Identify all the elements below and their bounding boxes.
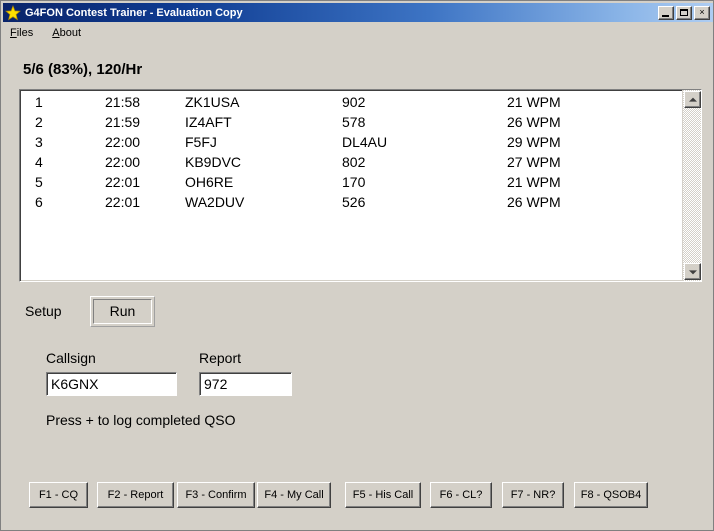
f2-report-button[interactable]: F2 - Report [97, 482, 174, 508]
f4-my-call-button[interactable]: F4 - My Call [257, 482, 331, 508]
table-row[interactable]: 4 22:00 KB9DVC 802 27 WPM [20, 152, 682, 172]
row-index: 2 [35, 112, 43, 132]
row-time: 22:00 [105, 152, 140, 172]
menu-about-mnemonic: A [52, 27, 59, 39]
row-speed: 21 WPM [507, 172, 561, 192]
callsign-input[interactable] [46, 372, 177, 396]
qso-log-listbox[interactable]: 1 21:58 ZK1USA 902 21 WPM 2 21:59 IZ4AFT… [19, 89, 702, 282]
function-key-bar: F1 - CQ F2 - Report F3 - Confirm F4 - My… [1, 482, 714, 510]
menu-about-rest: bout [60, 27, 81, 39]
callsign-label: Callsign [46, 350, 96, 366]
menu-files-mnemonic: F [10, 27, 17, 39]
row-time: 21:58 [105, 92, 140, 112]
hint-text: Press + to log completed QSO [46, 412, 235, 428]
tab-run-frame: Run [90, 296, 156, 327]
table-row[interactable]: 1 21:58 ZK1USA 902 21 WPM [20, 92, 682, 112]
table-row[interactable]: 2 21:59 IZ4AFT 578 26 WPM [20, 112, 682, 132]
triangle-down-icon [689, 270, 697, 274]
scroll-up-button[interactable] [684, 91, 701, 108]
row-report: 170 [342, 172, 365, 192]
scroll-down-button[interactable] [684, 263, 701, 280]
row-time: 22:01 [105, 172, 140, 192]
menu-bar: Files About [3, 24, 714, 41]
close-button[interactable]: × [694, 6, 710, 20]
f1-cq-button[interactable]: F1 - CQ [29, 482, 88, 508]
report-label: Report [199, 350, 241, 366]
row-callsign: WA2DUV [185, 192, 244, 212]
maximize-button[interactable] [676, 6, 692, 20]
row-callsign: OH6RE [185, 172, 233, 192]
f5-his-call-button[interactable]: F5 - His Call [345, 482, 421, 508]
report-input[interactable] [199, 372, 292, 396]
stats-line: 5/6 (83%), 120/Hr [23, 61, 142, 78]
window-title: G4FON Contest Trainer - Evaluation Copy [25, 7, 658, 19]
window-controls: × [658, 6, 710, 20]
row-speed: 29 WPM [507, 132, 561, 152]
row-report: DL4AU [342, 132, 387, 152]
row-report: 902 [342, 92, 365, 112]
f7-nr-button[interactable]: F7 - NR? [502, 482, 564, 508]
minimize-button[interactable] [658, 6, 674, 20]
minimize-icon [662, 15, 669, 17]
table-row[interactable]: 5 22:01 OH6RE 170 21 WPM [20, 172, 682, 192]
row-callsign: ZK1USA [185, 92, 239, 112]
row-speed: 26 WPM [507, 192, 561, 212]
row-speed: 27 WPM [507, 152, 561, 172]
row-callsign: IZ4AFT [185, 112, 232, 132]
tab-setup[interactable]: Setup [23, 299, 72, 323]
row-callsign: KB9DVC [185, 152, 241, 172]
table-row[interactable]: 3 22:00 F5FJ DL4AU 29 WPM [20, 132, 682, 152]
title-bar[interactable]: G4FON Contest Trainer - Evaluation Copy … [3, 3, 713, 22]
row-speed: 26 WPM [507, 112, 561, 132]
row-time: 21:59 [105, 112, 140, 132]
row-index: 1 [35, 92, 43, 112]
menu-files-rest: iles [17, 27, 34, 39]
triangle-up-icon [689, 97, 697, 101]
tab-bar: Setup Run [23, 297, 155, 325]
row-time: 22:00 [105, 132, 140, 152]
f6-cl-button[interactable]: F6 - CL? [430, 482, 492, 508]
row-report: 526 [342, 192, 365, 212]
row-index: 4 [35, 152, 43, 172]
vertical-scrollbar[interactable] [682, 90, 701, 281]
row-index: 6 [35, 192, 43, 212]
table-row[interactable]: 6 22:01 WA2DUV 526 26 WPM [20, 192, 682, 212]
star-icon [5, 5, 21, 21]
row-index: 5 [35, 172, 43, 192]
row-report: 578 [342, 112, 365, 132]
f3-confirm-button[interactable]: F3 - Confirm [177, 482, 255, 508]
tab-run[interactable]: Run [93, 299, 153, 324]
row-callsign: F5FJ [185, 132, 217, 152]
menu-item-about[interactable]: About [50, 26, 89, 40]
maximize-icon [680, 9, 688, 16]
qso-log-rows: 1 21:58 ZK1USA 902 21 WPM 2 21:59 IZ4AFT… [20, 92, 682, 281]
row-time: 22:01 [105, 192, 140, 212]
row-index: 3 [35, 132, 43, 152]
menu-item-files[interactable]: Files [8, 26, 41, 40]
row-report: 802 [342, 152, 365, 172]
close-icon: × [695, 7, 709, 19]
row-speed: 21 WPM [507, 92, 561, 112]
app-window: G4FON Contest Trainer - Evaluation Copy … [0, 0, 714, 531]
f8-qsob4-button[interactable]: F8 - QSOB4 [574, 482, 648, 508]
